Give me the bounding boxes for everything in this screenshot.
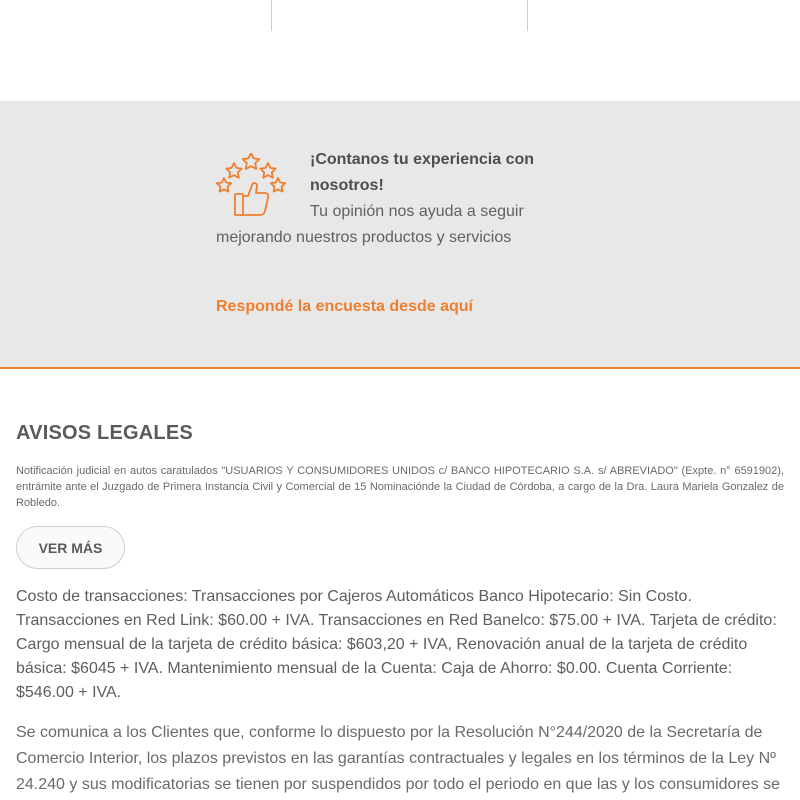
top-section — [0, 0, 800, 101]
see-more-button[interactable]: VER MÁS — [16, 526, 125, 569]
resolution-notice: Se comunica a los Clientes que, conforme… — [16, 724, 781, 793]
survey-banner: ¡Contanos tu experiencia con nosotros! T… — [0, 101, 800, 369]
transaction-costs: Costo de transacciones: Transacciones po… — [16, 588, 777, 701]
legal-notices: AVISOS LEGALES Notificación judicial en … — [0, 422, 800, 798]
column-divider — [527, 0, 528, 31]
judicial-notice: Notificación judicial en autos caratulad… — [16, 465, 784, 509]
survey-content: ¡Contanos tu experiencia con nosotros! T… — [215, 147, 546, 251]
thumbs-up-stars-icon — [215, 152, 288, 219]
legal-title: AVISOS LEGALES — [16, 422, 193, 444]
survey-title: ¡Contanos tu experiencia con nosotros! — [310, 151, 535, 194]
column-divider — [271, 0, 272, 31]
survey-link[interactable]: Respondé la encuesta desde aquí — [216, 298, 473, 316]
